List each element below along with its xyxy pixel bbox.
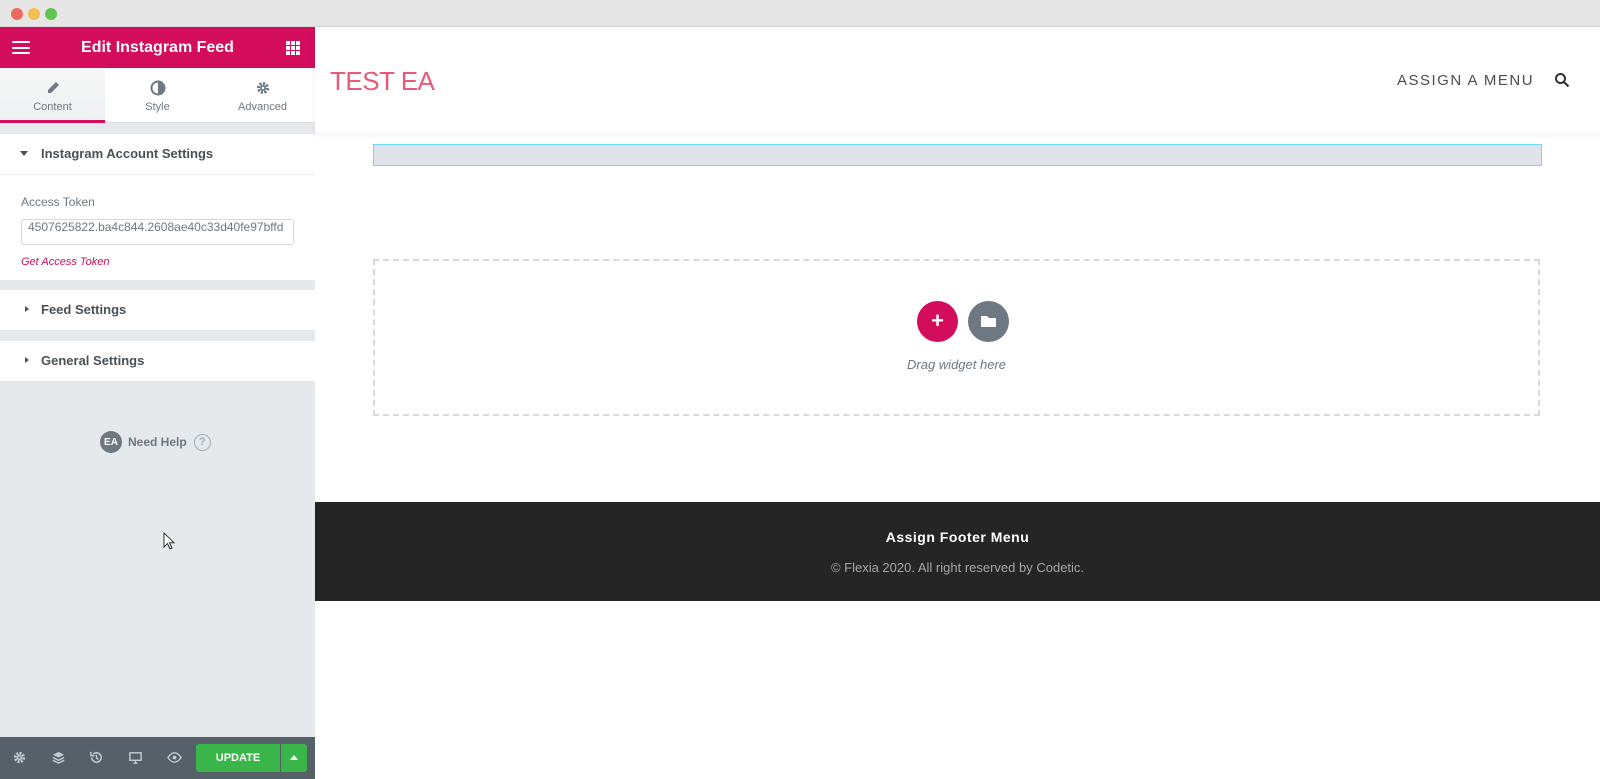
get-access-token-link[interactable]: Get Access Token bbox=[21, 256, 109, 268]
panel-header: Edit Instagram Feed bbox=[0, 27, 315, 68]
caret-right-icon bbox=[25, 306, 29, 312]
caret-right-icon bbox=[25, 357, 29, 363]
ea-logo-icon: EA bbox=[100, 431, 122, 453]
site-logo[interactable]: TEST EA bbox=[330, 66, 435, 97]
question-icon: ? bbox=[193, 433, 211, 451]
window-titlebar bbox=[0, 0, 1600, 27]
minimize-window-button[interactable] bbox=[28, 8, 40, 20]
add-section-button[interactable]: + bbox=[917, 301, 958, 342]
section-feed-settings-header[interactable]: Feed Settings bbox=[0, 290, 315, 330]
site-header: TEST EA ASSIGN A MENU bbox=[315, 27, 1600, 133]
drag-widget-hint: Drag widget here bbox=[907, 357, 1006, 372]
hamburger-menu-icon[interactable] bbox=[12, 41, 30, 54]
tab-content-label: Content bbox=[33, 101, 72, 113]
selected-widget-placeholder[interactable] bbox=[373, 144, 1542, 166]
site-preview: TEST EA ASSIGN A MENU + Drag widget here… bbox=[315, 27, 1600, 779]
tab-advanced-label: Advanced bbox=[238, 101, 287, 113]
editor-panel: Edit Instagram Feed Content Style Advanc… bbox=[0, 27, 315, 779]
access-token-label: Access Token bbox=[21, 195, 95, 209]
section-title: Feed Settings bbox=[41, 302, 127, 317]
section-divider bbox=[0, 174, 315, 175]
section-general-settings: General Settings bbox=[0, 341, 315, 381]
section-instagram-account: Instagram Account Settings Access Token … bbox=[0, 134, 315, 280]
footer-copyright: © Flexia 2020. All right reserved by Cod… bbox=[830, 560, 1085, 575]
folder-icon bbox=[981, 316, 996, 327]
site-footer: Assign Footer Menu © Flexia 2020. All ri… bbox=[315, 502, 1600, 601]
caret-down-icon bbox=[20, 151, 28, 156]
gear-icon bbox=[256, 82, 269, 94]
mouse-cursor-icon bbox=[163, 532, 175, 550]
tab-content[interactable]: Content bbox=[0, 68, 105, 123]
close-window-button[interactable] bbox=[11, 8, 23, 20]
section-feed-settings: Feed Settings bbox=[0, 290, 315, 330]
section-title: Instagram Account Settings bbox=[41, 146, 214, 161]
access-token-input[interactable]: 4507625822.ba4c844.2608ae40c33d40fe97bff… bbox=[21, 219, 294, 245]
assign-menu-link[interactable]: ASSIGN A MENU bbox=[1397, 72, 1534, 89]
need-help-label: Need Help bbox=[128, 435, 187, 449]
need-help-link[interactable]: EA Need Help ? bbox=[100, 431, 211, 453]
history-icon[interactable] bbox=[89, 750, 104, 765]
panel-tabs: Content Style Advanced bbox=[0, 68, 315, 123]
add-template-button[interactable] bbox=[968, 301, 1009, 342]
layers-icon[interactable] bbox=[51, 750, 66, 765]
tab-style-label: Style bbox=[145, 101, 170, 113]
responsive-icon[interactable] bbox=[128, 750, 143, 765]
section-instagram-account-header[interactable]: Instagram Account Settings bbox=[0, 134, 315, 174]
update-button[interactable]: UPDATE bbox=[196, 744, 280, 772]
tab-advanced[interactable]: Advanced bbox=[210, 68, 315, 122]
save-options-dropdown-button[interactable] bbox=[281, 744, 307, 772]
maximize-window-button[interactable] bbox=[45, 8, 57, 20]
widget-drop-zone[interactable]: + Drag widget here bbox=[373, 259, 1540, 416]
pencil-icon bbox=[47, 82, 59, 93]
settings-icon[interactable] bbox=[12, 750, 27, 765]
half-circle-icon bbox=[150, 80, 165, 96]
footer-menu-link[interactable]: Assign Footer Menu bbox=[315, 529, 1600, 545]
search-icon[interactable] bbox=[1554, 72, 1570, 88]
section-general-settings-header[interactable]: General Settings bbox=[0, 341, 315, 381]
panel-title: Edit Instagram Feed bbox=[81, 39, 234, 56]
browser-window: Edit Instagram Feed Content Style Advanc… bbox=[0, 0, 1600, 779]
preview-eye-icon[interactable] bbox=[167, 750, 182, 765]
access-token-value: 4507625822.ba4c844.2608ae40c33d40fe97bff… bbox=[28, 220, 284, 234]
panel-footer: UPDATE bbox=[0, 737, 315, 779]
tab-style[interactable]: Style bbox=[105, 68, 210, 122]
section-title: General Settings bbox=[41, 353, 145, 368]
widgets-grid-icon[interactable] bbox=[286, 41, 300, 55]
